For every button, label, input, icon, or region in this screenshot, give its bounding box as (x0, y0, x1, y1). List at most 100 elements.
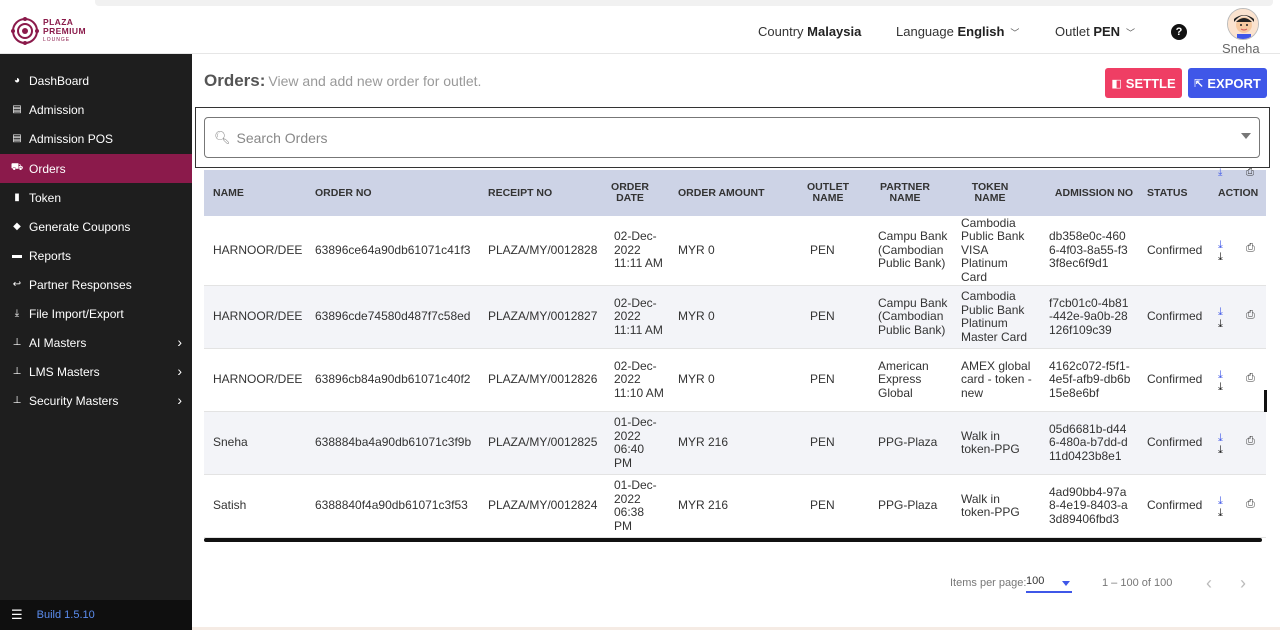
cell-name: Sneha (213, 435, 248, 450)
cell-order-no: 63896ce64a90db61071c41f3 (315, 242, 471, 257)
settle-label: SETTLE (1125, 75, 1176, 91)
dropdown-arrow-icon (1062, 581, 1070, 586)
col-order-amount[interactable]: ORDER AMOUNT (678, 170, 788, 216)
help-icon[interactable]: ? (1171, 24, 1187, 40)
sidebar-item-partner-responses[interactable]: ↩ Partner Responses (0, 270, 192, 299)
export-button[interactable]: ⇱ EXPORT (1188, 68, 1267, 98)
sidebar-item-admission[interactable]: ▤ Admission (0, 95, 192, 124)
menu-icon[interactable]: ☰ (11, 607, 23, 623)
sidebar-item-generate-coupons[interactable]: ◆ Generate Coupons (0, 212, 192, 241)
sidebar-item-ai-masters[interactable]: ⊥ AI Masters › (0, 328, 192, 357)
cell-outlet-name: PEN (810, 372, 835, 387)
sidebar-item-token[interactable]: ▮ Token (0, 183, 192, 212)
cell-partner-name: American Express Global (878, 358, 929, 400)
orders-table: NAME ORDER NO RECEIPT NO ORDER DATE ORDE… (204, 170, 1266, 542)
sidebar-item-file-import-export[interactable]: ⤓ File Import/Export (0, 299, 192, 328)
dropdown-arrow-icon[interactable] (1241, 133, 1251, 139)
outlet-selector[interactable]: Outlet PEN ﹀ (1055, 24, 1135, 39)
col-action[interactable]: ACTION (1218, 170, 1264, 216)
sidebar-item-dashboard[interactable]: ◕ DashBoard (0, 66, 192, 95)
cell-status: Confirmed (1147, 309, 1203, 324)
sidebar-item-label: LMS Masters (29, 364, 100, 379)
download-icon[interactable]: ⤓ (1218, 167, 1222, 178)
cell-name: HARNOOR/DEE (213, 309, 303, 324)
table-row[interactable]: HARNOOR/DEE 63896cde74580d487f7c58ed PLAZA… (204, 286, 1266, 349)
items-per-page-label: Items per page: (950, 577, 1027, 589)
cell-order-amount: MYR 0 (678, 372, 715, 387)
print-icon[interactable]: ⎙ (1246, 435, 1255, 448)
sidebar-footer: ☰ Build 1.5.10 (0, 600, 192, 630)
language-selector[interactable]: Language English ﹀ (896, 24, 1019, 39)
export-label: EXPORT (1207, 75, 1261, 91)
cell-order-no: 63896cde74580d487f7c58ed (315, 309, 471, 324)
table-row[interactable]: Sneha 638884ba4a90db61071c3f9b PLAZA/MY/00… (204, 412, 1266, 475)
user-avatar-icon (1228, 9, 1258, 39)
sidebar-item-label: Generate Coupons (29, 219, 131, 234)
search-input[interactable] (236, 129, 1197, 146)
table-row[interactable]: Satish 6388840f4a90db61071c3f53 PLAZA/MY/0… (204, 475, 1266, 538)
cell-order-amount: MYR 216 (678, 435, 729, 450)
col-order-no[interactable]: ORDER NO (315, 170, 475, 216)
col-receipt-no[interactable]: RECEIPT NO (488, 170, 598, 216)
col-outlet-name[interactable]: OUTLET NAME (802, 170, 854, 216)
download-icon[interactable]: ⤓ (1218, 507, 1223, 520)
outlet-label: Outlet (1055, 24, 1090, 39)
cell-token-name: AMEX global card - token - new (961, 358, 1032, 400)
download-icon[interactable]: ⤓ (1218, 318, 1223, 331)
col-admission-no[interactable]: ADMISSION NO (1049, 170, 1139, 216)
user-name[interactable]: Sneha (1222, 41, 1260, 56)
print-icon[interactable]: ⎙ (1246, 167, 1254, 178)
sidebar-item-orders[interactable]: ⛟ Orders (0, 154, 192, 183)
cell-admission-no: 4162c072-f5f1-4e5f-afb9-db6b15e8e6bf (1049, 358, 1131, 400)
cell-receipt-no: PLAZA/MY/0012826 (488, 372, 598, 387)
download-icon[interactable]: ⤓ (1218, 381, 1223, 394)
top-strip (95, 0, 1273, 6)
sidebar-item-lms-masters[interactable]: ⊥ LMS Masters › (0, 357, 192, 386)
col-status[interactable]: STATUS (1147, 170, 1207, 216)
settle-button[interactable]: ◧ SETTLE (1105, 68, 1182, 98)
table-bottom-border (204, 538, 1262, 542)
country-selector[interactable]: Country Malaysia (758, 24, 861, 39)
logo[interactable]: PLAZA PREMIUM LOUNGE (11, 17, 86, 45)
cell-partner-name: PPG-Plaza (878, 435, 938, 450)
tag-icon: ◆ (13, 221, 21, 232)
language-value: English (957, 24, 1005, 39)
col-token-name[interactable]: TOKEN NAME (962, 170, 1018, 216)
sidebar-item-label: Admission POS (29, 131, 114, 146)
cell-outlet-name: PEN (810, 242, 835, 257)
search-box[interactable]: 🔍︎ (204, 117, 1260, 158)
cell-partner-name: PPG-Plaza (878, 498, 938, 513)
print-icon[interactable]: ⎙ (1246, 309, 1255, 322)
book-icon: ▬ (12, 250, 22, 261)
export-icon: ⇱ (1194, 77, 1204, 90)
download-icon: ⤓ (14, 308, 20, 319)
dashboard-icon: ◕ (13, 75, 21, 86)
sidebar-item-reports[interactable]: ▬ Reports (0, 241, 192, 270)
table-row[interactable]: HARNOOR/DEE 63896cb84a90db61071c40f2 PLAZA… (204, 349, 1266, 412)
cell-order-date: 02-Dec-2022 11:11 AM (614, 229, 663, 271)
col-partner-name[interactable]: PARTNER NAME (872, 170, 938, 216)
search-icon: 🔍︎ (214, 129, 231, 145)
print-icon[interactable]: ⎙ (1246, 372, 1255, 385)
cell-token-name: Walk in token-PPG (961, 428, 1020, 456)
chevron-down-icon: ﹀ (1010, 28, 1020, 38)
col-order-date[interactable]: ORDER DATE (610, 170, 650, 216)
cell-status: Confirmed (1147, 498, 1203, 513)
next-page-button[interactable]: › (1240, 573, 1246, 594)
sidebar-item-admission-pos[interactable]: ▤ Admission POS (0, 124, 192, 153)
reply-icon: ↩ (12, 279, 22, 290)
previous-page-button[interactable]: ‹ (1206, 573, 1212, 594)
scrollbar[interactable] (1264, 390, 1267, 412)
sidebar-item-security-masters[interactable]: ⊥ Security Masters › (0, 386, 192, 415)
col-name[interactable]: NAME (213, 170, 303, 216)
items-per-page-select[interactable]: 100 (1026, 575, 1072, 593)
print-icon[interactable]: ⎙ (1246, 498, 1255, 511)
avatar[interactable] (1227, 8, 1259, 40)
sitemap-icon: ⊥ (12, 366, 22, 377)
print-icon[interactable]: ⎙ (1246, 242, 1255, 255)
cell-status: Confirmed (1147, 242, 1203, 257)
download-icon[interactable]: ⤓ (1218, 444, 1223, 457)
table-row[interactable]: HARNOOR/DEE 63896ce64a90db61071c41f3 PLAZA… (204, 216, 1266, 286)
cell-receipt-no: PLAZA/MY/0012825 (488, 435, 598, 450)
download-icon[interactable]: ⤓ (1218, 251, 1223, 264)
